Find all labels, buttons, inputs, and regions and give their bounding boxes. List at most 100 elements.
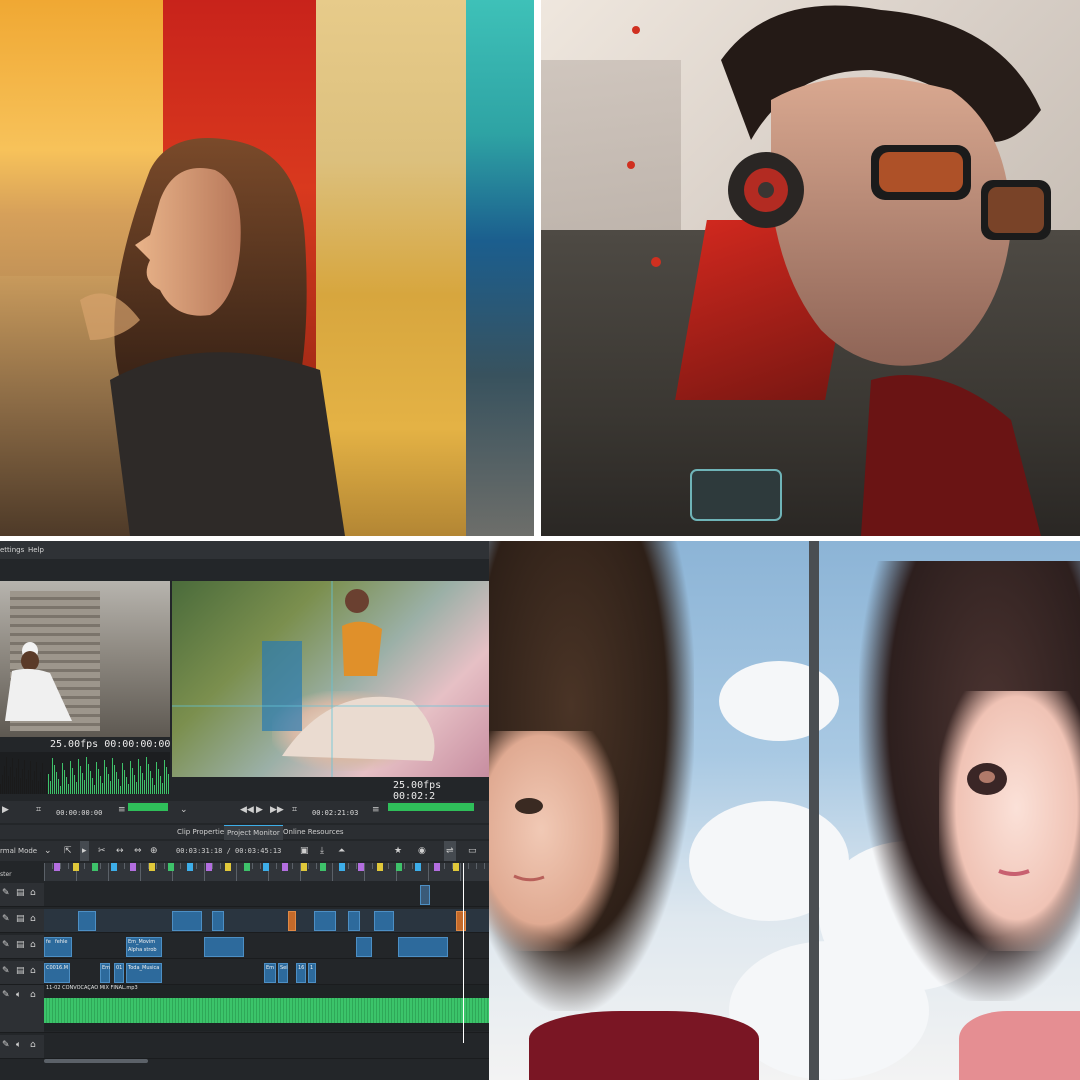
chevron-down-icon[interactable]: ⌄ [180, 805, 188, 815]
timeline-clip[interactable]: C0016.M [44, 963, 70, 983]
guide-marker[interactable] [358, 863, 364, 871]
edit-icon[interactable]: ✎ [2, 990, 10, 1000]
video-track-1[interactable]: ster ✎ ▤ ⌂ [0, 871, 489, 907]
film-icon[interactable]: ▤ [16, 940, 25, 950]
crop-icon[interactable]: ⌗ [36, 805, 41, 815]
lock-icon[interactable]: ⌂ [30, 1040, 36, 1050]
timeline-clip[interactable] [348, 911, 360, 931]
timeline-clip[interactable]: Sei [278, 963, 288, 983]
menu-settings[interactable]: ettings [0, 541, 24, 559]
guide-marker[interactable] [130, 863, 136, 871]
snap-icon[interactable]: ⇌ [444, 841, 456, 861]
guide-marker[interactable] [396, 863, 402, 871]
lock-icon[interactable]: ⌂ [30, 888, 36, 898]
timeline-ruler[interactable] [44, 863, 489, 881]
play-icon[interactable]: ▶ [2, 805, 9, 815]
timeline-clip[interactable] [172, 911, 202, 931]
clip-monitor-position[interactable]: 00:00:00:00 [56, 809, 102, 817]
timeline-clip[interactable]: Toda_Musica [126, 963, 162, 983]
rewind-icon[interactable]: ◀◀ [240, 805, 254, 815]
tab-clip-properties[interactable]: Clip Properties [174, 825, 231, 839]
fast-forward-icon[interactable]: ▶▶ [270, 805, 284, 815]
timeline-clip[interactable]: 1 [308, 963, 316, 983]
menu-icon[interactable]: ≡ [372, 805, 380, 815]
audio-clip[interactable]: 11-02 CONVOCAÇÃO MIX FINAL.mp3 [44, 985, 489, 1031]
lock-icon[interactable]: ⌂ [30, 940, 36, 950]
guide-marker[interactable] [149, 863, 155, 871]
guide-marker[interactable] [73, 863, 79, 871]
favorite-star-icon[interactable]: ★ [394, 841, 402, 861]
edit-icon[interactable]: ✎ [2, 966, 10, 976]
edit-icon[interactable]: ✎ [2, 914, 10, 924]
edit-mode-select[interactable]: rmal Mode [0, 841, 37, 861]
lift-icon[interactable]: ⏶ [338, 841, 345, 861]
guide-marker[interactable] [453, 863, 459, 871]
pointer-tool-icon[interactable]: ▸ [80, 841, 89, 861]
film-icon[interactable]: ▤ [16, 888, 25, 898]
guide-marker[interactable] [320, 863, 326, 871]
timeline-clip[interactable] [288, 911, 296, 931]
video-track-4[interactable]: ✎ ▤ ⌂ C0016.M Em 01 Toda_Musica Em Sei 1… [0, 961, 489, 985]
menu-icon[interactable]: ≡ [118, 805, 126, 815]
menu-help[interactable]: Help [28, 541, 44, 559]
guide-marker[interactable] [301, 863, 307, 871]
guide-marker[interactable] [206, 863, 212, 871]
audio-track-2[interactable]: ✎ 🔈︎ ⌂ [0, 1035, 489, 1059]
project-monitor-view[interactable] [172, 581, 489, 777]
guide-marker[interactable] [377, 863, 383, 871]
tab-online-resources[interactable]: Online Resources [280, 825, 347, 839]
timeline-clip[interactable] [78, 911, 96, 931]
film-icon[interactable]: ▤ [16, 914, 25, 924]
clip-monitor-view[interactable] [0, 581, 170, 737]
speaker-icon[interactable]: 🔈︎ [16, 1040, 21, 1050]
insert-icon[interactable]: ⤓ [320, 841, 324, 861]
timeline-clip[interactable]: Em [264, 963, 276, 983]
lock-icon[interactable]: ⌂ [30, 966, 36, 976]
spacer-tool-icon[interactable]: ↔ [116, 841, 124, 861]
timeline-clip[interactable] [314, 911, 336, 931]
guide-marker[interactable] [434, 863, 440, 871]
guide-marker[interactable] [111, 863, 117, 871]
target-icon[interactable]: ◉ [418, 841, 426, 861]
speaker-icon[interactable]: 🔈︎ [16, 990, 21, 1000]
guide-marker[interactable] [54, 863, 60, 871]
timeline-scrollbar[interactable] [44, 1059, 148, 1063]
edit-icon[interactable]: ✎ [2, 888, 10, 898]
guide-marker[interactable] [187, 863, 193, 871]
video-track-2[interactable]: ✎ ▤ ⌂ [0, 909, 489, 933]
lock-icon[interactable]: ⌂ [30, 990, 36, 1000]
slip-tool-icon[interactable]: ⇔ [134, 841, 142, 861]
guide-marker[interactable] [92, 863, 98, 871]
guide-marker[interactable] [415, 863, 421, 871]
guide-marker[interactable] [263, 863, 269, 871]
timeline-clip[interactable]: Em_Movim Alpha strob [126, 937, 162, 957]
timeline-clip[interactable] [374, 911, 394, 931]
guide-marker[interactable] [282, 863, 288, 871]
timeline-clip[interactable]: 01 [114, 963, 124, 983]
timeline-clip[interactable] [212, 911, 224, 931]
tab-project-monitor[interactable]: Project Monitor [224, 825, 283, 840]
chevron-down-icon[interactable]: ⌄ [44, 841, 52, 861]
edit-icon[interactable]: ✎ [2, 940, 10, 950]
fit-zoom-icon[interactable]: ▣ [300, 841, 309, 861]
film-icon[interactable]: ▤ [16, 966, 25, 976]
play-icon[interactable]: ▶ [256, 805, 263, 815]
guide-marker[interactable] [244, 863, 250, 871]
crop-icon[interactable]: ⌗ [292, 805, 297, 815]
select-tool-icon[interactable]: ⇱ [64, 841, 72, 861]
guide-marker[interactable] [225, 863, 231, 871]
video-track-3[interactable]: ✎ ▤ ⌂ fe fehle Em_Movim Alpha strob [0, 935, 489, 959]
timeline-clip[interactable]: Em [100, 963, 110, 983]
timeline-clip[interactable] [398, 937, 448, 957]
guide-marker[interactable] [339, 863, 345, 871]
lock-icon[interactable]: ⌂ [30, 914, 36, 924]
timeline-clip[interactable] [356, 937, 372, 957]
timeline-clip[interactable] [456, 911, 466, 931]
razor-tool-icon[interactable]: ✂ [98, 841, 106, 861]
timeline-clip[interactable] [204, 937, 244, 957]
timeline-clip[interactable]: 16 [296, 963, 306, 983]
timeline-clip[interactable] [420, 885, 430, 905]
timeline-playhead[interactable] [463, 863, 464, 1043]
edit-icon[interactable]: ✎ [2, 1040, 10, 1050]
monitor-icon[interactable]: ▭ [468, 841, 477, 861]
